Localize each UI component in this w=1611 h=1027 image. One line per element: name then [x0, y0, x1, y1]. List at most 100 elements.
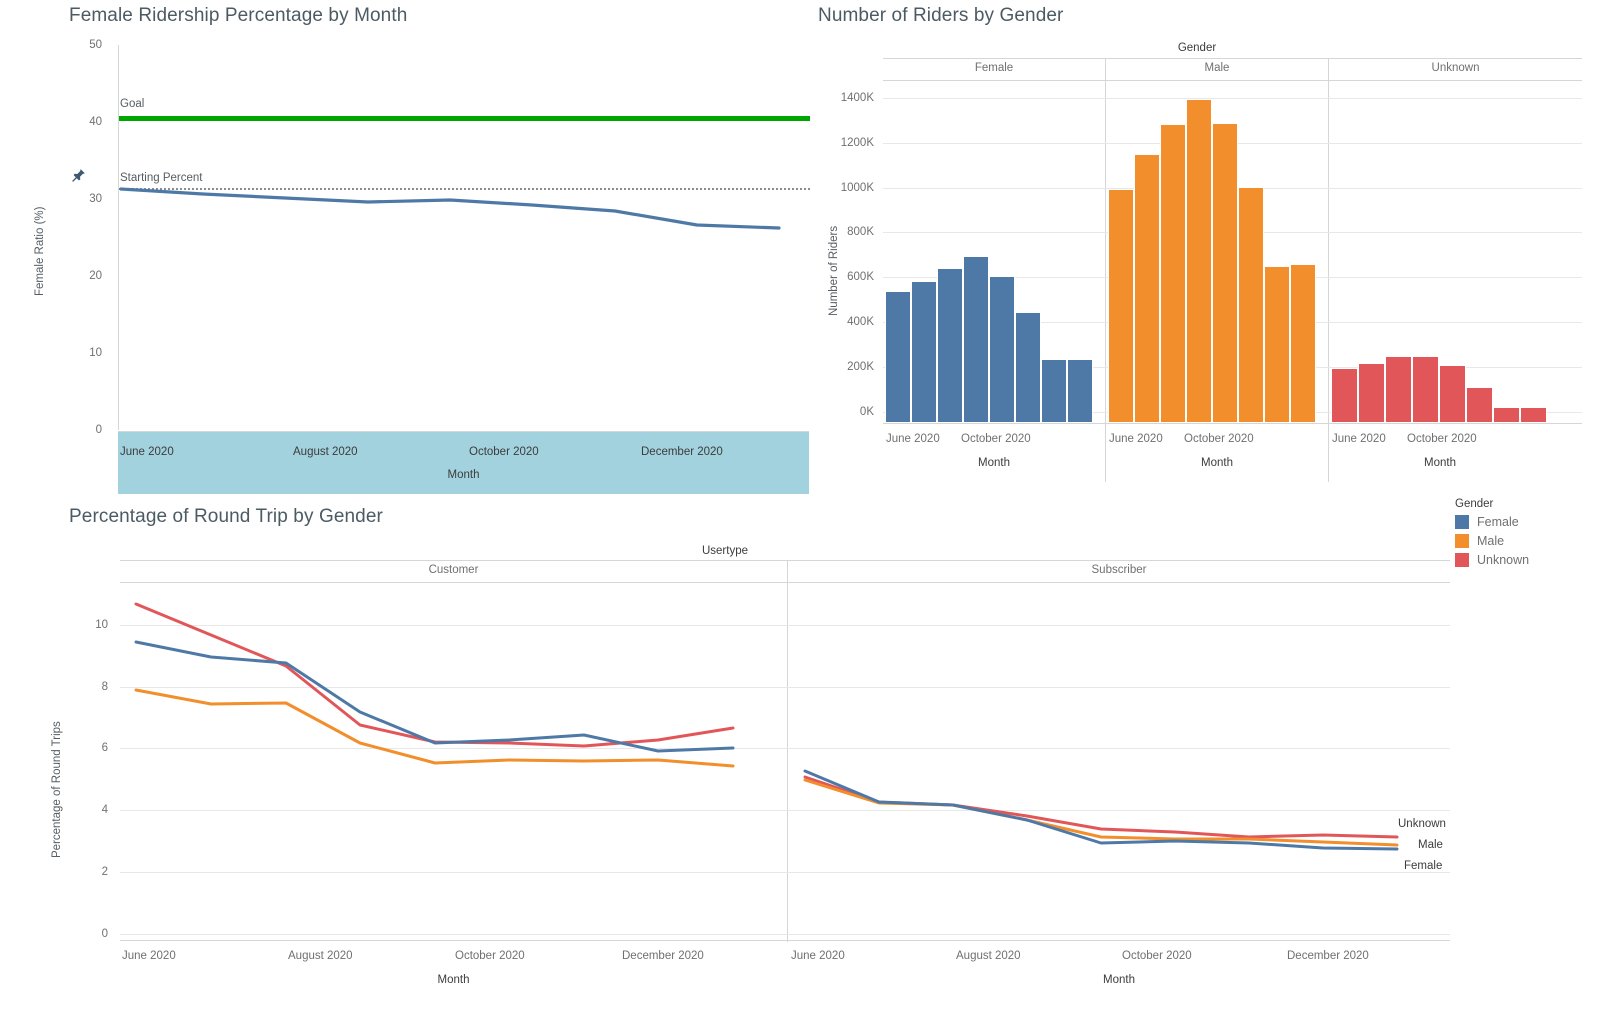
legend-gender[interactable]: Gender Female Male Unknown [1455, 498, 1611, 588]
bar[interactable] [1015, 312, 1041, 423]
bar[interactable] [1212, 123, 1238, 423]
legend-item-male[interactable]: Male [1455, 534, 1611, 548]
x-tick-male-october: October 2020 [1184, 433, 1254, 445]
x-tick-cust-june: June 2020 [122, 950, 176, 962]
bar[interactable] [1290, 264, 1316, 423]
x-tick-female-june: June 2020 [886, 433, 940, 445]
bar[interactable] [1067, 359, 1093, 423]
y-tick-2: 2 [101, 866, 108, 878]
pin-icon[interactable] [71, 168, 87, 184]
tableau-dashboard: Female Ridership Percentage by Month 50 … [0, 0, 1611, 1027]
bar[interactable] [1264, 266, 1290, 423]
x-axis-title-month-female: Month [978, 457, 1010, 469]
legend-label-unknown: Unknown [1477, 553, 1530, 567]
plot-area-female-ridership[interactable] [118, 45, 810, 430]
x-axis-title-month-customer: Month [437, 974, 470, 986]
x-tick-unknown-june: June 2020 [1332, 433, 1386, 445]
bar[interactable] [1186, 99, 1212, 423]
x-tick-cust-december: December 2020 [622, 950, 704, 962]
y-tick-200k: 200K [847, 361, 874, 373]
panel-header-customer[interactable]: Customer [120, 564, 787, 576]
y-tick-600k: 600K [847, 271, 874, 283]
bar[interactable] [1331, 368, 1358, 423]
y-axis-title-percentage-round-trips: Percentage of Round Trips [51, 721, 63, 858]
panel-header-subscriber[interactable]: Subscriber [788, 564, 1450, 576]
bar-group-male[interactable] [1108, 87, 1327, 423]
legend-swatch-unknown[interactable] [1455, 553, 1469, 567]
bar[interactable] [1041, 359, 1067, 423]
y-tick-1400k: 1400K [840, 92, 874, 104]
viz-female-ridership[interactable]: Female Ridership Percentage by Month 50 … [0, 0, 812, 494]
y-tick-1200k: 1200K [840, 137, 874, 149]
panel-header-male[interactable]: Male [1106, 62, 1328, 74]
legend-label-female: Female [1477, 515, 1519, 529]
legend-swatch-female[interactable] [1455, 515, 1469, 529]
bar[interactable] [1160, 124, 1186, 423]
x-tick-sub-august: August 2020 [956, 950, 1021, 962]
bar[interactable] [1412, 356, 1439, 423]
bar[interactable] [1238, 187, 1264, 423]
bar-group-unknown[interactable] [1331, 87, 1561, 423]
panel-header-unknown[interactable]: Unknown [1329, 62, 1582, 74]
x-tick-june-2020: June 2020 [120, 446, 174, 458]
y-tick-6: 6 [101, 742, 108, 754]
x-axis-title-month-unknown: Month [1424, 457, 1456, 469]
bar[interactable] [1520, 407, 1547, 423]
x-tick-unknown-october: October 2020 [1407, 433, 1477, 445]
x-tick-sub-october: October 2020 [1122, 950, 1192, 962]
bar[interactable] [937, 268, 963, 423]
x-axis-line-bars [883, 423, 1582, 424]
goal-label: Goal [120, 98, 145, 110]
bar-group-female[interactable] [885, 87, 1104, 423]
x-tick-female-october: October 2020 [961, 433, 1031, 445]
x-axis-highlight-band[interactable] [118, 432, 809, 494]
bar[interactable] [963, 256, 989, 423]
x-tick-sub-december: December 2020 [1287, 950, 1369, 962]
usertype-rule-top [120, 560, 1450, 561]
bar[interactable] [885, 291, 911, 423]
panel-header-female[interactable]: Female [883, 62, 1105, 74]
legend-label-male: Male [1477, 534, 1505, 548]
bar[interactable] [1108, 189, 1134, 423]
y-tick-50: 50 [89, 39, 102, 51]
bar[interactable] [1493, 407, 1520, 423]
y-tick-10: 10 [95, 619, 108, 631]
panel-group-title-gender: Gender [1177, 42, 1217, 54]
bar[interactable] [989, 276, 1015, 423]
legend-swatch-male[interactable] [1455, 534, 1469, 548]
x-tick-august-2020: August 2020 [293, 446, 358, 458]
line-label-subscriber-female: Female [1404, 860, 1443, 872]
usertype-rule-bottom [120, 582, 1450, 583]
x-axis-title-month-male: Month [1201, 457, 1233, 469]
x-axis-line [118, 431, 809, 432]
legend-item-female[interactable]: Female [1455, 515, 1611, 529]
y-tick-400k: 400K [847, 316, 874, 328]
bar[interactable] [1134, 154, 1160, 423]
bar[interactable] [1466, 387, 1493, 423]
x-tick-october-2020: October 2020 [469, 446, 539, 458]
x-tick-december-2020: December 2020 [641, 446, 723, 458]
viz-round-trip-by-gender[interactable]: Percentage of Round Trip by Gender Usert… [0, 494, 1450, 1027]
y-tick-40: 40 [89, 116, 102, 128]
x-tick-cust-august: August 2020 [288, 950, 353, 962]
x-tick-sub-june: June 2020 [791, 950, 845, 962]
y-tick-4: 4 [101, 804, 108, 816]
bar[interactable] [911, 281, 937, 423]
viz-title-riders-by-gender: Number of Riders by Gender [818, 5, 1064, 26]
x-tick-male-june: June 2020 [1109, 433, 1163, 445]
viz-riders-by-gender[interactable]: Number of Riders by Gender Gender Female… [812, 0, 1611, 494]
lines-subscriber[interactable] [789, 586, 1450, 940]
line-label-subscriber-male: Male [1418, 839, 1443, 851]
y-tick-10: 10 [89, 347, 102, 359]
y-tick-20: 20 [89, 270, 102, 282]
legend-title: Gender [1455, 498, 1494, 510]
y-axis-title-female-ratio: Female Ratio (%) [34, 206, 46, 296]
bar[interactable] [1439, 365, 1466, 423]
y-tick-1000k: 1000K [840, 182, 874, 194]
bar[interactable] [1385, 356, 1412, 423]
x-axis-line-round-trip [120, 940, 1450, 941]
legend-item-unknown[interactable]: Unknown [1455, 553, 1611, 567]
lines-customer[interactable] [120, 586, 787, 940]
line-female-ratio [119, 187, 781, 230]
bar[interactable] [1358, 363, 1385, 423]
